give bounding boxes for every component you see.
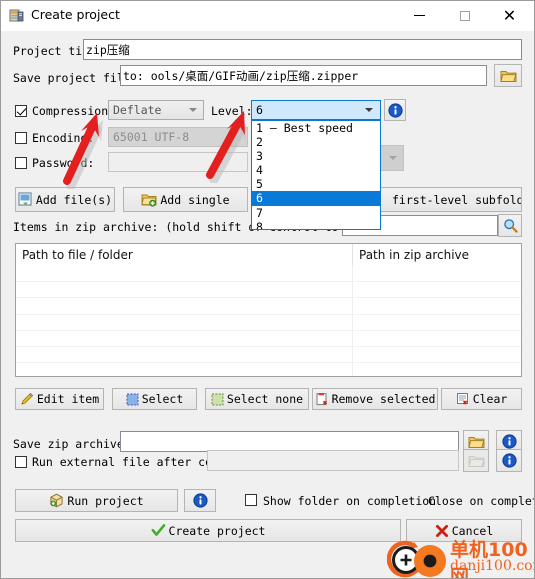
- dropdown-option[interactable]: 4: [252, 163, 380, 177]
- run-project-info-button[interactable]: [184, 489, 216, 512]
- folder-open-disabled-icon: [467, 454, 485, 468]
- info-icon: [192, 493, 208, 508]
- green-check-icon: [151, 523, 166, 538]
- compression-level-select[interactable]: 6: [251, 100, 381, 120]
- add-files-label: Add file(s): [35, 192, 113, 207]
- info-icon: [501, 434, 517, 449]
- chevron-down-icon: [365, 108, 373, 112]
- select-green-icon: [211, 393, 224, 406]
- items-list-rows: [16, 266, 521, 376]
- watermark-text-line2: danji100.com: [450, 558, 534, 574]
- minimize-button[interactable]: [397, 1, 442, 30]
- dropdown-option[interactable]: 2: [252, 135, 380, 149]
- project-title-input[interactable]: zip压缩: [83, 39, 522, 60]
- red-arrow-icon: [61, 111, 121, 191]
- create-project-window: Create project ✕ Project tit zip压缩 Save …: [0, 0, 535, 579]
- password-checkbox[interactable]: [15, 157, 27, 169]
- project-title-label: Project tit: [13, 44, 90, 58]
- clear-label: Clear: [472, 392, 508, 406]
- table-row[interactable]: [16, 266, 521, 283]
- table-row[interactable]: [16, 315, 521, 331]
- minimize-icon: [414, 15, 425, 16]
- maximize-icon: [459, 10, 470, 21]
- select-none-label: Select none: [226, 392, 304, 406]
- dropdown-option[interactable]: 3: [252, 149, 380, 163]
- create-project-button[interactable]: Create project: [15, 519, 401, 542]
- pencil-icon: [20, 392, 34, 406]
- red-x-icon: [435, 524, 449, 538]
- dropdown-option[interactable]: 7: [252, 206, 380, 220]
- add-files-button[interactable]: Add file(s): [15, 187, 115, 212]
- remove-icon: [315, 392, 329, 406]
- run-external-input[interactable]: [207, 450, 459, 471]
- run-external-checkbox[interactable]: [15, 456, 27, 468]
- compression-checkbox[interactable]: [15, 105, 27, 117]
- column-header-path-to-file[interactable]: Path to file / folder: [16, 244, 352, 266]
- add-folder-icon: [141, 193, 157, 207]
- save-zip-archive-input[interactable]: [120, 431, 459, 452]
- show-folder-checkbox[interactable]: [245, 494, 257, 506]
- clear-button[interactable]: Clear: [441, 388, 522, 410]
- items-list[interactable]: Path to file / folder Path in zip archiv…: [15, 243, 522, 377]
- select-none-button[interactable]: Select none: [205, 388, 309, 410]
- select-button[interactable]: Select: [112, 388, 197, 410]
- add-single-label: Add single: [160, 192, 230, 207]
- close-on-completion-label: Close on completion: [428, 494, 534, 508]
- show-folder-label: Show folder on completion: [263, 494, 437, 508]
- danji-logo-icon: [386, 539, 453, 578]
- clear-icon: [456, 392, 470, 406]
- table-row[interactable]: [16, 347, 521, 364]
- table-row[interactable]: [16, 282, 521, 299]
- items-search-button[interactable]: [498, 214, 522, 237]
- dropdown-option[interactable]: 8: [252, 220, 380, 229]
- title-bar: Create project ✕: [1, 1, 534, 31]
- close-icon: ✕: [502, 5, 517, 25]
- select-label: Select: [141, 392, 184, 406]
- column-header-path-in-zip[interactable]: Path in zip archive: [352, 244, 521, 266]
- app-window-icon: [9, 8, 25, 24]
- compression-method-select[interactable]: Deflate: [108, 100, 204, 120]
- remove-selected-button[interactable]: Remove selected: [312, 388, 438, 410]
- save-project-file-input[interactable]: to: ools/桌面/GIF动画/zip压缩.zipper: [120, 65, 487, 86]
- dropdown-option[interactable]: 1 – Best speed: [252, 121, 380, 135]
- close-button[interactable]: ✕: [487, 1, 532, 30]
- package-icon: [49, 493, 64, 508]
- magnifier-icon: [503, 218, 518, 233]
- dropdown-option[interactable]: 5: [252, 177, 380, 191]
- items-list-header: Path to file / folder Path in zip archiv…: [16, 244, 521, 266]
- add-first-level-subfolders-label: first-level subfolders: [392, 192, 521, 207]
- chevron-down-icon: [189, 108, 197, 112]
- select-blue-icon: [126, 393, 139, 406]
- edit-item-label: Edit item: [36, 392, 100, 406]
- folder-open-icon: [467, 435, 485, 449]
- run-project-label: Run project: [67, 493, 144, 508]
- table-row[interactable]: [16, 298, 521, 315]
- remove-selected-label: Remove selected: [331, 392, 436, 406]
- compression-level-dropdown-list[interactable]: 1 – Best speed 2 3 4 5 6 7 8 9 – Best co…: [251, 120, 381, 230]
- save-project-file-label: Save project file: [13, 71, 131, 85]
- table-row[interactable]: [16, 363, 521, 376]
- chevron-down-icon: [389, 156, 397, 160]
- create-project-label: Create project: [168, 523, 266, 538]
- run-external-info-button[interactable]: [496, 449, 522, 472]
- compression-info-button[interactable]: [384, 99, 406, 121]
- table-row[interactable]: [16, 331, 521, 347]
- info-icon: [387, 102, 403, 118]
- dropdown-option-selected[interactable]: 6: [252, 191, 380, 206]
- encoding-checkbox[interactable]: [15, 132, 27, 144]
- browse-run-external-button[interactable]: [463, 449, 489, 472]
- add-single-button[interactable]: Add single: [123, 187, 248, 212]
- red-arrow-icon: [206, 111, 266, 185]
- encoding-value: 65001 UTF-8: [113, 130, 190, 144]
- folder-open-icon: [499, 69, 517, 83]
- window-title: Create project: [31, 7, 120, 22]
- edit-item-button[interactable]: Edit item: [15, 388, 104, 410]
- run-project-button[interactable]: Run project: [15, 489, 178, 512]
- browse-project-file-button[interactable]: [494, 64, 522, 87]
- info-icon: [501, 453, 517, 468]
- add-file-icon: [18, 192, 33, 207]
- maximize-button[interactable]: [442, 1, 487, 30]
